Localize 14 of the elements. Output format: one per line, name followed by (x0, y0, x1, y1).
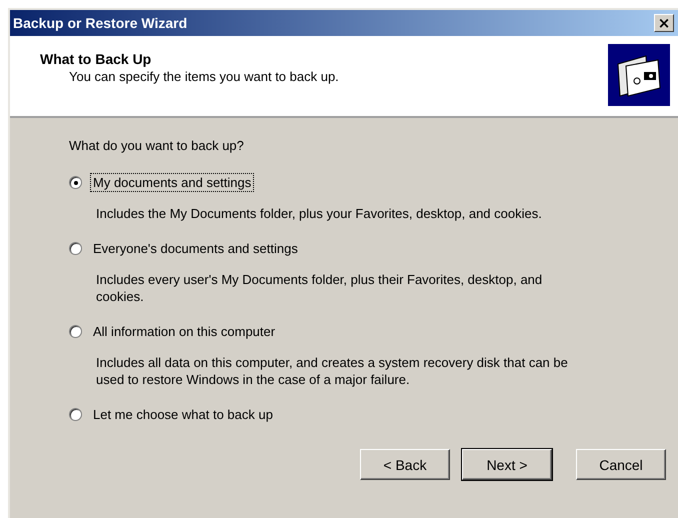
radio-option[interactable]: Let me choose what to back up (69, 405, 276, 424)
wizard-button[interactable]: Cancel (576, 449, 666, 480)
page-subtitle: You can specify the items you want to back up. (69, 69, 339, 84)
question-text: What do you want to back up? (69, 138, 245, 153)
radio-option[interactable]: Everyone's documents and settings (69, 239, 301, 258)
window-title: Backup or Restore Wizard (13, 15, 188, 31)
page-title: What to Back Up (40, 51, 152, 67)
wizard-button[interactable]: < Back (360, 449, 450, 480)
option-description: Includes every user's My Documents folder, plus their Favorites, desktop, and cookies. (96, 271, 544, 305)
wizard-button[interactable]: Next > (462, 449, 552, 480)
close-button[interactable]: × (654, 14, 674, 32)
radio-option[interactable]: All information on this computer (69, 322, 278, 341)
option-description: Includes the My Documents folder, plus your Favorites, desktop, and cookies. (96, 205, 543, 222)
option-description: Includes all data on this computer, and creates a system recovery disk that can be used to restore Windows in the case of a major failure. (96, 354, 569, 388)
